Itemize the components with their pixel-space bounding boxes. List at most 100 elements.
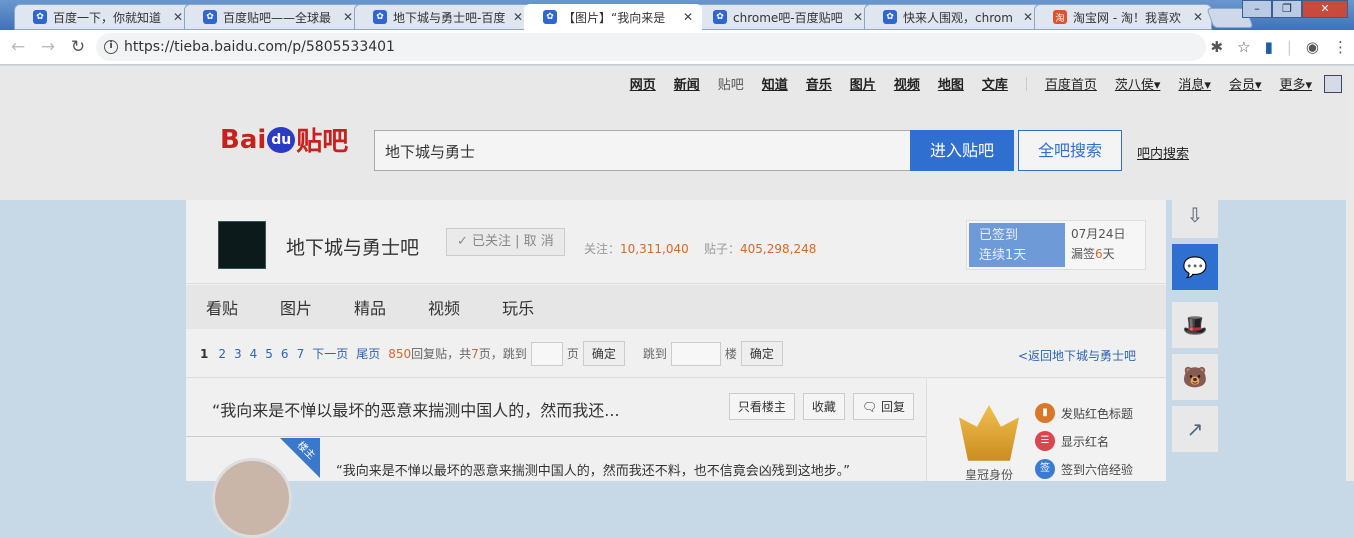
right-float-rail: ⇩ 💬 🎩 🐻 ↗ [1172,192,1218,458]
top-nav-link[interactable]: 文库 [982,74,1008,93]
mobile-download-icon[interactable]: ⇩ [1172,192,1218,238]
browser-tab[interactable]: ✿ 地下城与勇士吧-百度 ✕ [354,4,532,30]
only-op-button[interactable]: 只看楼主 [728,393,795,420]
forum-tab[interactable]: 玩乐 [502,295,534,319]
forum-avatar[interactable] [218,221,266,269]
favorite-button[interactable]: 收藏 [802,393,845,420]
bookmark-star-icon[interactable]: ☆ [1237,38,1250,56]
baidu-paw-icon: ✿ [373,10,387,24]
top-nav-right-link[interactable]: 会员▾ [1229,74,1262,93]
top-nav-link[interactable]: 音乐 [806,74,832,93]
magic-hat-icon[interactable]: 🎩 [1172,302,1218,348]
address-bar[interactable]: i https://tieba.baidu.com/p/5805533401 [96,33,1206,61]
top-nav-right-link[interactable]: 茨八侯▾ [1115,74,1161,93]
avatar[interactable] [212,458,292,538]
tab-title: 百度一下，你就知道 [53,10,162,25]
last-page-link[interactable]: 尾页 [356,345,380,362]
page-link[interactable]: 4 [250,347,258,361]
page-link[interactable]: 6 [281,347,289,361]
forum-tab[interactable]: 看贴 [206,295,238,319]
perk-red-title: ▮ 发贴红色标题 [1035,403,1133,423]
confirm-page-button[interactable]: 确定 [582,341,625,366]
forum-tab[interactable]: 视频 [428,295,460,319]
baidu-tieba-logo[interactable]: Bai du 贴吧 [220,121,348,158]
extension-book-icon[interactable]: ▮ [1265,38,1273,56]
menu-icon[interactable]: ⋮ [1333,38,1348,56]
forum-name[interactable]: 地下城与勇士吧 [286,233,419,260]
next-page-link[interactable]: 下一页 [312,345,348,362]
minimize-button[interactable]: – [1242,0,1272,18]
tab-title: 淘宝网 - 淘！我喜欢 [1073,10,1181,25]
close-tab-icon[interactable]: ✕ [343,10,353,24]
scrollbar[interactable] [1346,66,1354,481]
bear-icon[interactable]: 🐻 [1172,354,1218,400]
back-to-forum-link[interactable]: <返回地下城与勇士吧 [1018,347,1136,364]
signed-button[interactable]: 已签到 连续1天 [969,223,1065,267]
reply-button[interactable]: 🗨 回复 [852,393,914,420]
tab-title: 【图片】“我向来是 [563,10,666,25]
logo-bai: Bai [220,124,267,155]
browser-tab[interactable]: ✿ 快来人围观，chrom ✕ [864,4,1042,30]
maximize-button[interactable]: ❐ [1272,0,1302,18]
browser-tab[interactable]: 淘淘宝网 - 淘！我喜欢 ✕ [1034,4,1212,30]
enter-forum-button[interactable]: 进入贴吧 [910,130,1014,171]
search-input[interactable]: 地下城与勇士 [374,130,911,171]
top-nav: 网页 新闻 贴吧 知道 音乐 图片 视频 地图 文库 百度首页 茨八侯▾ 消息▾ 会员▾ 更多▾ Bai d… [0,66,1354,200]
thread-title: “我向来是不惮以最坏的恶意来揣测中国人的，然而我还... [212,401,620,420]
close-window-button[interactable]: ✕ [1302,0,1348,18]
top-nav-right-link[interactable]: 百度首页 [1045,74,1097,93]
browser-tab[interactable]: ✿ chrome吧-百度贴吧 ✕ [694,4,872,30]
confirm-floor-button[interactable]: 确定 [740,341,783,366]
top-nav-right-link[interactable]: 更多▾ [1279,74,1312,93]
profile-icon[interactable]: ◉ [1306,38,1319,56]
back-icon[interactable]: ← [6,37,30,57]
crown-icon [959,405,1019,461]
baidu-paw-icon: ✿ [713,10,727,24]
logo-du: du [267,126,296,153]
skin-icon[interactable] [1324,74,1342,93]
page-link[interactable]: 3 [234,347,242,361]
top-nav-link[interactable]: 地图 [938,74,964,93]
missed-days: 漏签6天 [1071,247,1115,261]
top-nav-link[interactable]: 知道 [762,74,788,93]
taobao-icon: 淘 [1053,10,1067,24]
share-icon[interactable]: ↗ [1172,406,1218,452]
close-tab-icon[interactable]: ✕ [173,10,183,24]
top-nav-link[interactable]: 新闻 [674,74,700,93]
search-in-forum-link[interactable]: 吧内搜索 [1137,143,1189,162]
close-tab-icon[interactable]: ✕ [683,10,693,24]
browser-tab[interactable]: ✿ 百度一下，你就知道 ✕ [14,4,192,30]
bookmark-icon: ▮ [1035,403,1055,423]
extension-icon[interactable]: ✱ [1211,38,1224,56]
baidu-paw-icon: ✿ [203,10,217,24]
forum-tab[interactable]: 精品 [354,295,386,319]
forward-icon[interactable]: → [36,37,60,57]
browser-tab[interactable]: ✿ 【图片】“我向来是 ✕ [524,4,702,30]
top-nav-link[interactable]: 网页 [630,74,656,93]
logo-tieba: 贴吧 [296,127,349,157]
top-nav-link[interactable]: 图片 [850,74,876,93]
thread-title-bar: “我向来是不惮以最坏的恶意来揣测中国人的，然而我还... 只看楼主 收藏 🗨 回… [186,379,926,437]
close-tab-icon[interactable]: ✕ [513,10,523,24]
jump-page-input[interactable] [530,341,563,366]
close-tab-icon[interactable]: ✕ [1023,10,1033,24]
top-nav-link[interactable]: 贴吧 [718,74,744,93]
search-all-button[interactable]: 全吧搜索 [1018,130,1122,171]
browser-titlebar: ✿ 百度一下，你就知道 ✕ ✿ 百度贴吧——全球最 ✕ ✿ 地下城与勇士吧-百度 ✕ ✿ 【图片】“… [0,0,1354,30]
forum-tab[interactable]: 图片 [280,295,312,319]
sign-in-box: 已签到 连续1天 07月24日 漏签6天 [966,220,1146,270]
browser-tab[interactable]: ✿ 百度贴吧——全球最 ✕ [184,4,362,30]
page-link[interactable]: 2 [218,347,226,361]
close-tab-icon[interactable]: ✕ [853,10,863,24]
page-link[interactable]: 7 [297,347,305,361]
follow-button[interactable]: ✓ 已关注 | 取 消 [446,228,565,256]
top-nav-link[interactable]: 视频 [894,74,920,93]
message-icon[interactable]: 💬 [1172,244,1218,290]
top-nav-right-link[interactable]: 消息▾ [1178,74,1211,93]
page-link[interactable]: 5 [265,347,273,361]
reload-icon[interactable]: ↻ [66,37,90,57]
baidu-paw-icon: ✿ [883,10,897,24]
jump-floor-input[interactable] [670,341,721,366]
info-icon[interactable]: i [104,40,118,54]
close-tab-icon[interactable]: ✕ [1193,10,1203,24]
